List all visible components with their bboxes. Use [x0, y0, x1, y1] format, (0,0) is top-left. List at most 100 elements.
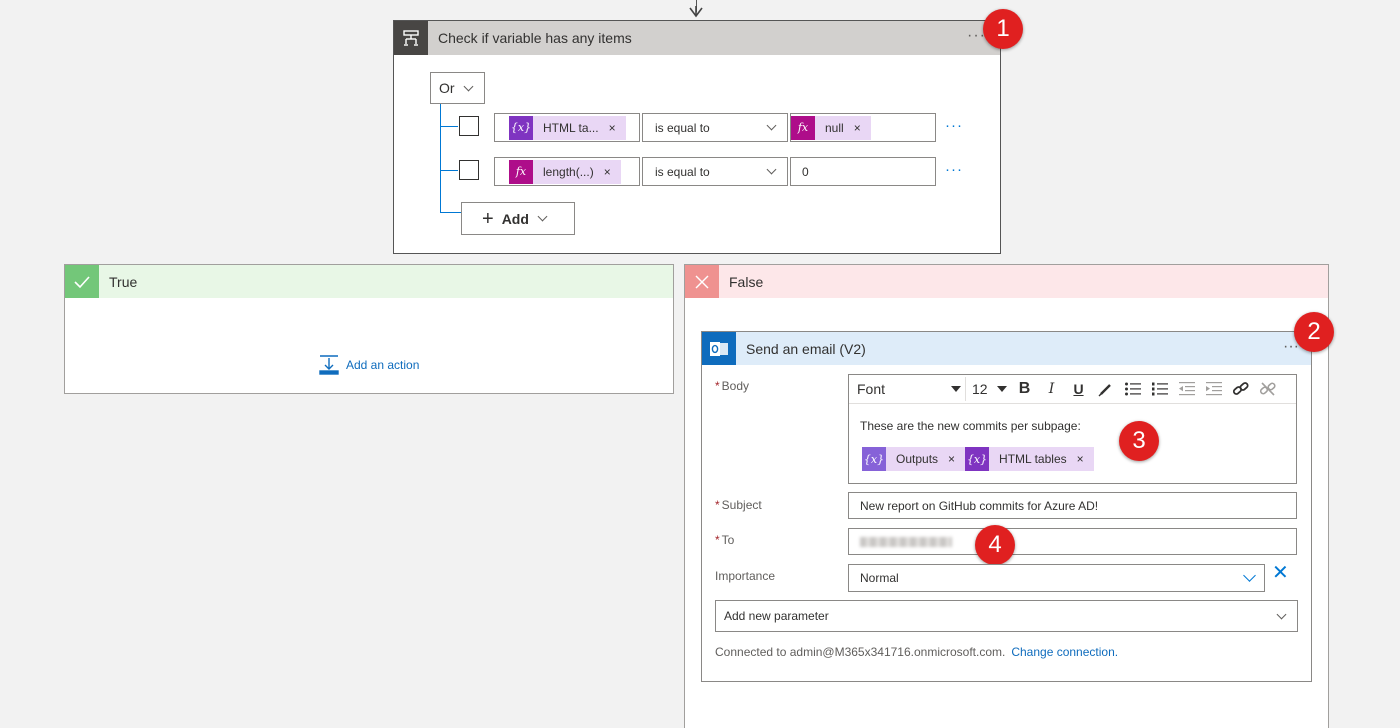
link-icon	[1232, 382, 1249, 395]
token-null[interactable]: fx null ×	[791, 115, 871, 140]
remove-token-icon[interactable]: ×	[604, 165, 621, 179]
required-mark: *	[715, 498, 720, 512]
or-dropdown[interactable]: Or	[430, 72, 485, 104]
condition-left-field[interactable]: {x} HTML ta... ×	[494, 113, 640, 142]
condition-title: Check if variable has any items	[438, 30, 632, 46]
row-checkbox[interactable]	[459, 116, 479, 136]
condition-right-field[interactable]: fx null ×	[790, 113, 936, 142]
add-label: Add	[501, 210, 529, 227]
true-branch-header[interactable]: True	[65, 265, 673, 298]
token-label: HTML ta...	[543, 120, 599, 135]
subject-input[interactable]: New report on GitHub commits for Azure A…	[848, 492, 1297, 519]
token-length[interactable]: fx length(...) ×	[509, 159, 621, 184]
link-button[interactable]	[1227, 377, 1254, 401]
step-badge-2: 2	[1294, 312, 1334, 352]
condition-card[interactable]: Check if variable has any items ··· Or {…	[393, 20, 1001, 254]
true-branch-title: True	[109, 273, 138, 290]
operator-dropdown[interactable]: is equal to	[642, 157, 788, 186]
arrow-down-icon	[688, 6, 704, 20]
condition-left-field[interactable]: fx length(...) ×	[494, 157, 640, 186]
bullet-list-button[interactable]	[1119, 377, 1146, 401]
tree-branch	[440, 126, 458, 127]
importance-label: Importance	[715, 569, 776, 583]
indent-button[interactable]	[1200, 377, 1227, 401]
to-input[interactable]	[848, 528, 1297, 555]
outdent-button[interactable]	[1173, 377, 1200, 401]
remove-token-icon[interactable]: ×	[1077, 452, 1094, 466]
token-label: Outputs	[896, 452, 939, 466]
underline-button[interactable]: U	[1065, 377, 1092, 401]
to-label-text: To	[721, 533, 735, 547]
row-more-icon[interactable]: ···	[945, 117, 963, 134]
required-mark: *	[715, 533, 720, 547]
send-email-title: Send an email (V2)	[746, 340, 866, 357]
token-html-tables[interactable]: {x} HTML ta... ×	[509, 115, 626, 140]
bullet-list-icon	[1124, 382, 1141, 396]
add-parameter-dropdown[interactable]: Add new parameter	[715, 600, 1298, 632]
condition-header[interactable]: Check if variable has any items ···	[394, 21, 1000, 55]
required-mark: *	[715, 379, 720, 393]
body-label-text: Body	[721, 379, 750, 393]
token-html-tables[interactable]: {x} HTML tables ×	[965, 447, 1094, 471]
remove-token-icon[interactable]: ×	[854, 121, 871, 135]
numbered-list-icon	[1151, 382, 1168, 396]
token-outputs[interactable]: {x} Outputs ×	[862, 447, 966, 471]
add-action-label: Add an action	[346, 358, 420, 372]
highlight-button[interactable]	[1092, 377, 1119, 401]
chevron-down-icon	[1276, 609, 1287, 619]
operator-dropdown[interactable]: is equal to	[642, 113, 788, 142]
change-connection-link[interactable]: Change connection.	[1011, 645, 1118, 659]
unlink-icon	[1259, 382, 1276, 396]
importance-value: Normal	[860, 571, 899, 585]
add-action-link[interactable]: Add an action	[318, 354, 419, 376]
clear-importance-icon[interactable]: ✕	[1272, 563, 1289, 583]
chevron-down-icon	[766, 164, 777, 175]
false-branch-header[interactable]: False	[685, 265, 1328, 298]
chevron-down-icon	[537, 211, 548, 222]
font-size-dropdown[interactable]: 12	[965, 377, 1011, 401]
step-badge-3: 3	[1119, 421, 1159, 461]
add-button[interactable]: + Add	[461, 202, 575, 235]
chevron-down-icon	[1243, 568, 1256, 582]
token-label: HTML tables	[999, 452, 1067, 466]
condition-right-field[interactable]: 0	[790, 157, 936, 186]
body-label: * Body	[715, 379, 749, 393]
font-dropdown[interactable]: Font	[855, 377, 965, 401]
font-label: Font	[857, 381, 886, 397]
row-checkbox[interactable]	[459, 160, 479, 180]
outlook-icon	[702, 332, 736, 365]
italic-button[interactable]: I	[1038, 377, 1065, 401]
function-icon: fx	[791, 115, 815, 140]
send-email-header[interactable]: Send an email (V2) ···	[702, 332, 1311, 365]
indent-icon	[1205, 382, 1222, 396]
add-parameter-label: Add new parameter	[724, 609, 829, 623]
subject-label-text: Subject	[721, 498, 762, 512]
remove-token-icon[interactable]: ×	[948, 452, 965, 466]
subject-value: New report on GitHub commits for Azure A…	[860, 498, 1099, 513]
row-more-icon[interactable]: ···	[945, 161, 963, 178]
redacted-email	[860, 536, 952, 547]
true-branch-card[interactable]: True Add an action	[64, 264, 674, 394]
connection-text: Connected to admin@M365x341716.onmicroso…	[715, 645, 1006, 659]
function-icon: fx	[509, 159, 533, 184]
token-label: length(...)	[543, 164, 594, 179]
operator-label: is equal to	[655, 120, 710, 135]
body-editor[interactable]: Font 12 B I U These are the new commits …	[848, 374, 1297, 484]
value-text: 0	[802, 164, 809, 179]
tree-branch	[440, 170, 458, 171]
remove-token-icon[interactable]: ×	[609, 121, 626, 135]
highlighter-icon	[1098, 384, 1111, 397]
to-label: * To	[715, 533, 734, 547]
unlink-button[interactable]	[1254, 377, 1281, 401]
outdent-icon	[1178, 382, 1195, 396]
caret-down-icon	[997, 386, 1007, 392]
bold-button[interactable]: B	[1011, 377, 1038, 401]
check-icon	[65, 265, 99, 298]
numbered-list-button[interactable]	[1146, 377, 1173, 401]
chevron-down-icon	[766, 120, 777, 131]
caret-down-icon	[951, 386, 961, 392]
importance-dropdown[interactable]: Normal	[848, 564, 1265, 592]
false-branch-title: False	[729, 273, 764, 290]
connection-info: Connected to admin@M365x341716.onmicroso…	[715, 645, 1118, 659]
close-icon	[685, 265, 719, 298]
